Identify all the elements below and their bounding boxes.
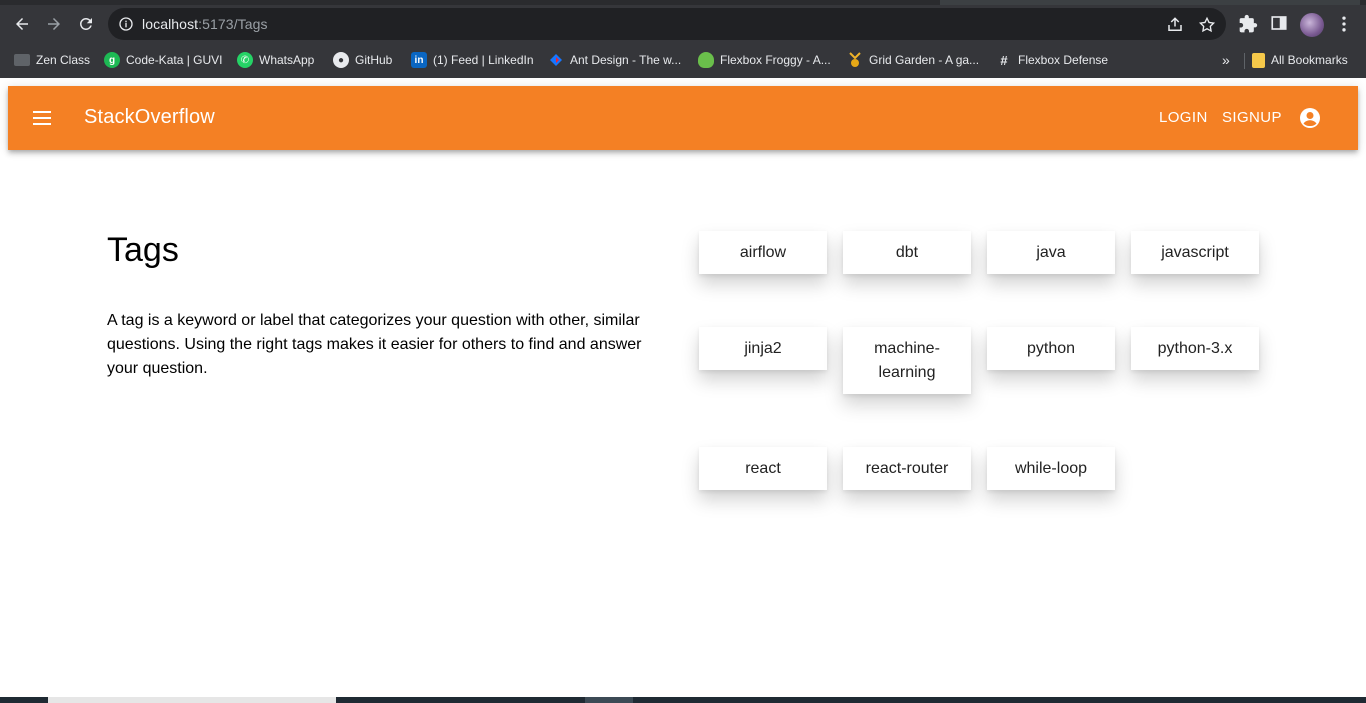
browser-toolbar: localhost:5173/Tags	[0, 5, 1366, 43]
account-circle-icon[interactable]	[1298, 106, 1322, 130]
bookmark-label: Grid Garden - A ga...	[869, 53, 980, 67]
bookmark-label: Code-Kata | GUVI	[126, 53, 223, 67]
menu-button[interactable]	[30, 106, 54, 130]
bookmark-item[interactable]: g Code-Kata | GUVI	[104, 51, 223, 69]
brand-title[interactable]: StackOverflow	[84, 106, 215, 129]
tag-card[interactable]: jinja2	[699, 327, 827, 370]
tag-card[interactable]: javascript	[1131, 231, 1259, 274]
tag-card[interactable]: python	[987, 327, 1115, 370]
more-bookmarks-button[interactable]: »	[1222, 51, 1230, 69]
arrow-right-icon	[48, 18, 60, 30]
browser-chrome: localhost:5173/Tags Zen Class g Code-Kat…	[0, 0, 1366, 78]
bookmarks-bar: Zen Class g Code-Kata | GUVI ✆ WhatsApp …	[0, 43, 1366, 76]
bookmark-item[interactable]: ● GitHub	[333, 51, 392, 69]
tag-card[interactable]: machine-learning	[843, 327, 971, 394]
tag-card[interactable]: java	[987, 231, 1115, 274]
login-button[interactable]: LOGIN	[1159, 109, 1208, 126]
info-icon[interactable]	[118, 16, 134, 32]
reload-button[interactable]	[72, 10, 100, 38]
star-icon[interactable]	[1198, 16, 1216, 34]
whatsapp-icon: ✆	[237, 52, 253, 68]
arrow-left-icon	[16, 18, 28, 30]
all-bookmarks-button[interactable]: All Bookmarks	[1252, 51, 1348, 69]
bookmark-item[interactable]: Grid Garden - A ga...	[847, 51, 979, 69]
signup-button[interactable]: SIGNUP	[1222, 109, 1282, 126]
bookmark-label: Zen Class	[36, 53, 91, 67]
forward-button[interactable]	[40, 10, 68, 38]
bookmark-item[interactable]: Flexbox Froggy - A...	[698, 51, 831, 69]
taskbar-item[interactable]	[48, 697, 336, 703]
url-text: localhost:5173/Tags	[142, 16, 268, 32]
taskbar-item[interactable]	[585, 697, 633, 703]
bookmark-label: Ant Design - The w...	[570, 53, 682, 67]
app-bar: StackOverflow LOGIN SIGNUP	[8, 86, 1358, 150]
extensions-icon[interactable]	[1238, 14, 1258, 34]
bookmark-item[interactable]: ✆ WhatsApp	[237, 51, 314, 69]
froggy-icon	[698, 52, 714, 68]
back-button[interactable]	[8, 10, 36, 38]
page-description: A tag is a keyword or label that categor…	[107, 312, 642, 377]
folder-icon	[1252, 52, 1265, 68]
tag-card[interactable]: airflow	[699, 231, 827, 274]
bookmark-label: Flexbox Defense	[1018, 53, 1109, 67]
url-host: localhost	[142, 16, 199, 32]
linkedin-icon: in	[411, 52, 427, 68]
share-icon[interactable]	[1166, 16, 1184, 34]
url-path: :5173/Tags	[198, 16, 268, 32]
bookmarks-divider	[1244, 53, 1245, 69]
generic-page-icon	[14, 54, 30, 66]
reload-icon	[79, 17, 92, 30]
grid-garden-icon	[847, 52, 863, 68]
address-bar[interactable]: localhost:5173/Tags	[108, 8, 1226, 40]
bookmark-item[interactable]: Zen Class	[14, 51, 90, 69]
more-vert-icon[interactable]	[1336, 14, 1352, 34]
tag-card[interactable]: dbt	[843, 231, 971, 274]
more-bookmarks-label: »	[1222, 52, 1230, 68]
bookmark-item[interactable]: # Flexbox Defense	[996, 51, 1108, 69]
tag-card[interactable]: react	[699, 447, 827, 490]
all-bookmarks-label: All Bookmarks	[1271, 53, 1348, 67]
tag-card[interactable]: while-loop	[987, 447, 1115, 490]
ant-design-icon	[548, 52, 564, 68]
bookmark-label: GitHub	[355, 53, 393, 67]
side-panel-icon[interactable]	[1270, 14, 1288, 32]
bookmark-label: (1) Feed | LinkedIn	[433, 53, 534, 67]
tag-card[interactable]: react-router	[843, 447, 971, 490]
os-taskbar	[0, 697, 1366, 703]
bookmark-label: Flexbox Froggy - A...	[720, 53, 831, 67]
tag-card[interactable]: python-3.x	[1131, 327, 1259, 370]
bookmark-item[interactable]: in (1) Feed | LinkedIn	[411, 51, 534, 69]
page-title: Tags	[107, 231, 179, 269]
github-icon: ●	[333, 52, 349, 68]
guvi-icon: g	[104, 52, 120, 68]
bookmark-item[interactable]: Ant Design - The w...	[548, 51, 681, 69]
profile-avatar[interactable]	[1300, 13, 1324, 37]
flexbox-defense-icon: #	[1000, 52, 1008, 68]
bookmark-label: WhatsApp	[259, 53, 315, 67]
hamburger-menu-icon	[33, 111, 51, 125]
